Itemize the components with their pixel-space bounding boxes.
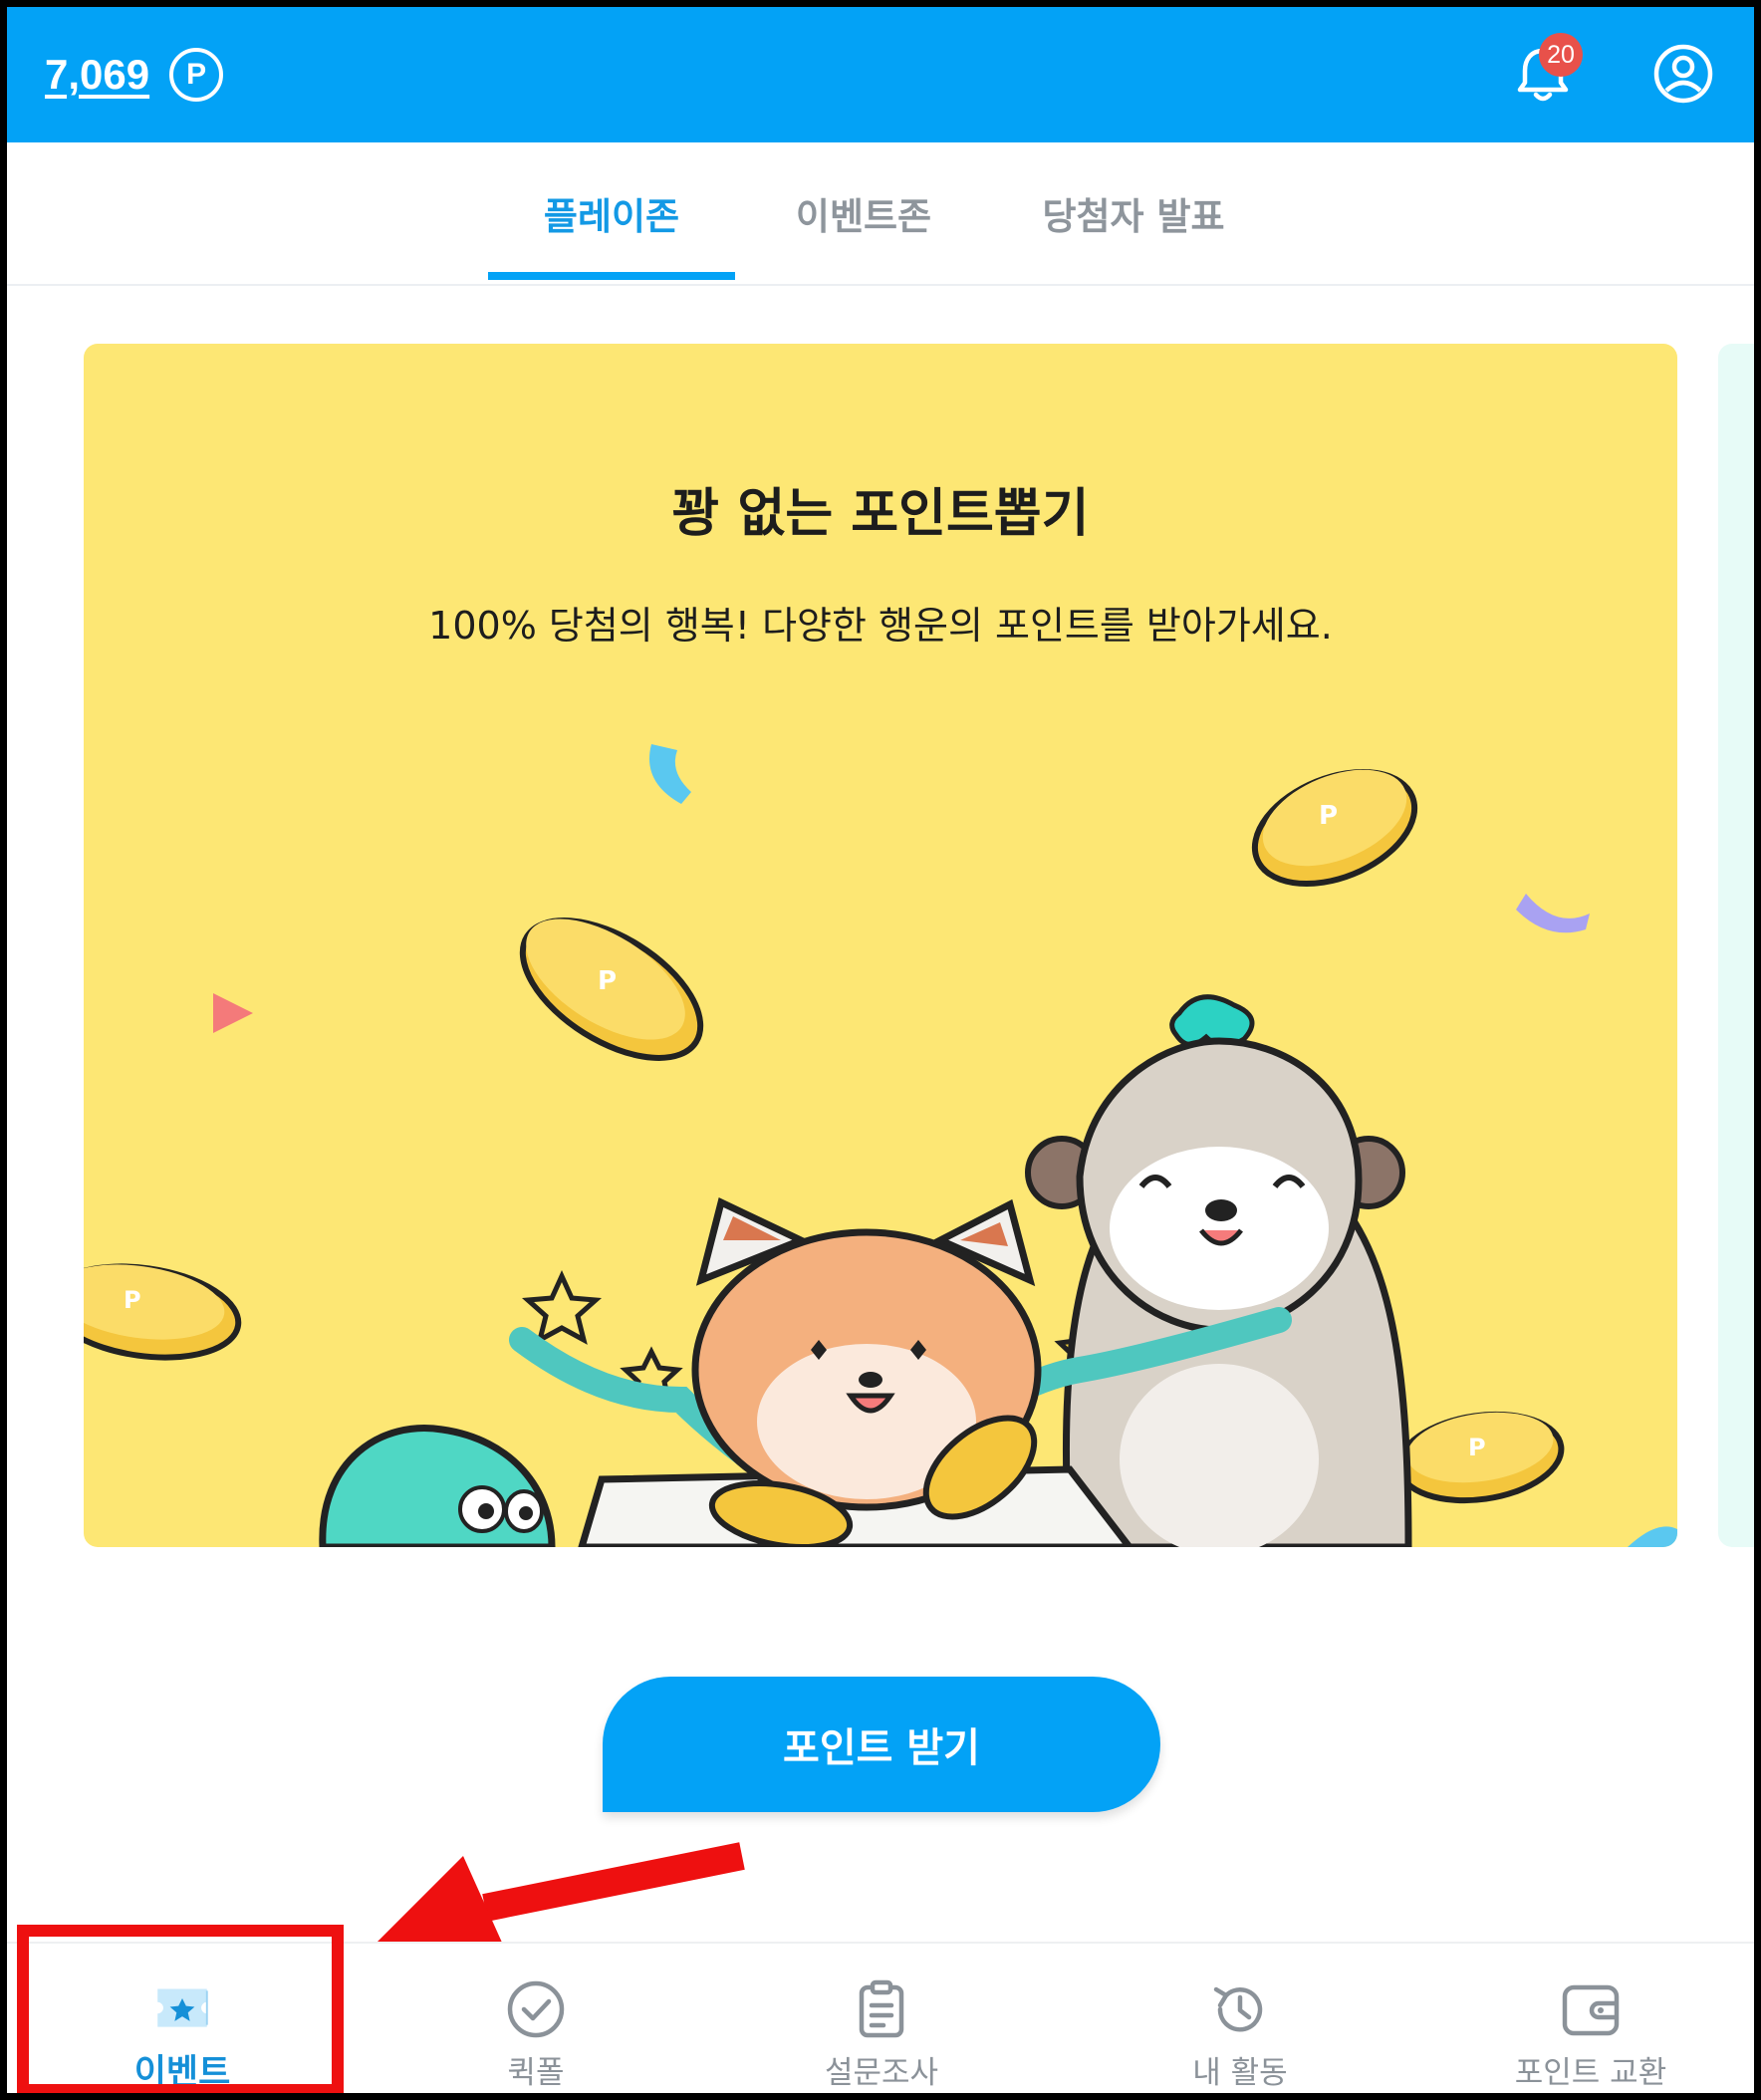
coin-left-edge: P — [84, 1263, 242, 1361]
check-circle-icon — [507, 1980, 565, 2038]
coin-right-bottom: P — [1395, 1411, 1565, 1504]
coin-middle-left: P — [519, 918, 704, 1061]
clipboard-icon — [859, 1979, 904, 2038]
nav-item-my-activity[interactable]: 내 활동 — [1101, 1944, 1380, 2093]
nav-label-survey: 설문조사 — [824, 2055, 939, 2091]
svg-text:P: P — [1319, 801, 1338, 831]
profile-icon[interactable] — [1652, 43, 1714, 105]
nav-item-point-exchange[interactable]: 포인트 교환 — [1451, 1944, 1730, 2093]
svg-text:P: P — [598, 966, 617, 996]
svg-text:P: P — [1468, 1434, 1486, 1461]
confetti-blue — [649, 744, 691, 804]
confetti-purple — [1516, 894, 1590, 933]
active-tab-indicator — [488, 272, 735, 280]
coin-top-right: P — [1251, 768, 1418, 888]
app-screen: 7,069 P 20 플레이존 이벤트존 당첨자 발표 꽝 없는 포인트뽑기 1… — [7, 7, 1754, 2093]
otter-character — [1025, 1037, 1412, 1547]
nav-label-point-exchange: 포인트 교환 — [1514, 2055, 1667, 2091]
teal-creature-character — [319, 1425, 556, 1547]
nav-label-my-activity: 내 활동 — [1192, 2055, 1288, 2091]
top-header: 7,069 P 20 — [7, 7, 1754, 142]
notification-badge: 20 — [1539, 33, 1583, 77]
nav-label-quickpoll: 퀵폴 — [507, 2055, 565, 2091]
history-icon — [1213, 1986, 1263, 2032]
svg-text:P: P — [124, 1286, 141, 1314]
banner-illustration: P P P P — [84, 744, 1677, 1547]
star-outline — [521, 1269, 603, 1345]
wallet-icon — [1562, 1984, 1620, 2036]
points-value[interactable]: 7,069 — [45, 51, 149, 99]
tab-bar: 플레이존 이벤트존 당첨자 발표 — [7, 142, 1754, 286]
tab-eventzone[interactable]: 이벤트존 — [744, 142, 983, 284]
next-banner-peek[interactable] — [1718, 344, 1754, 1547]
points-unit-icon: P — [169, 48, 224, 102]
points-balance[interactable]: 7,069 P — [45, 45, 224, 105]
red-highlight-box — [17, 1925, 344, 2093]
confetti-red — [213, 993, 253, 1033]
confetti-corner — [1628, 1526, 1677, 1547]
get-points-button[interactable]: 포인트 받기 — [603, 1677, 1160, 1812]
red-panda-character — [691, 1197, 1042, 1547]
nav-item-survey[interactable]: 설문조사 — [742, 1944, 1021, 2093]
tab-playzone[interactable]: 플레이존 — [488, 142, 735, 284]
point-draw-banner[interactable]: 꽝 없는 포인트뽑기 100% 당첨의 행복! 다양한 행운의 포인트를 받아가… — [84, 344, 1677, 1547]
tab-winners[interactable]: 당첨자 발표 — [1003, 142, 1264, 284]
nav-item-quickpoll[interactable]: 퀵폴 — [396, 1944, 675, 2093]
